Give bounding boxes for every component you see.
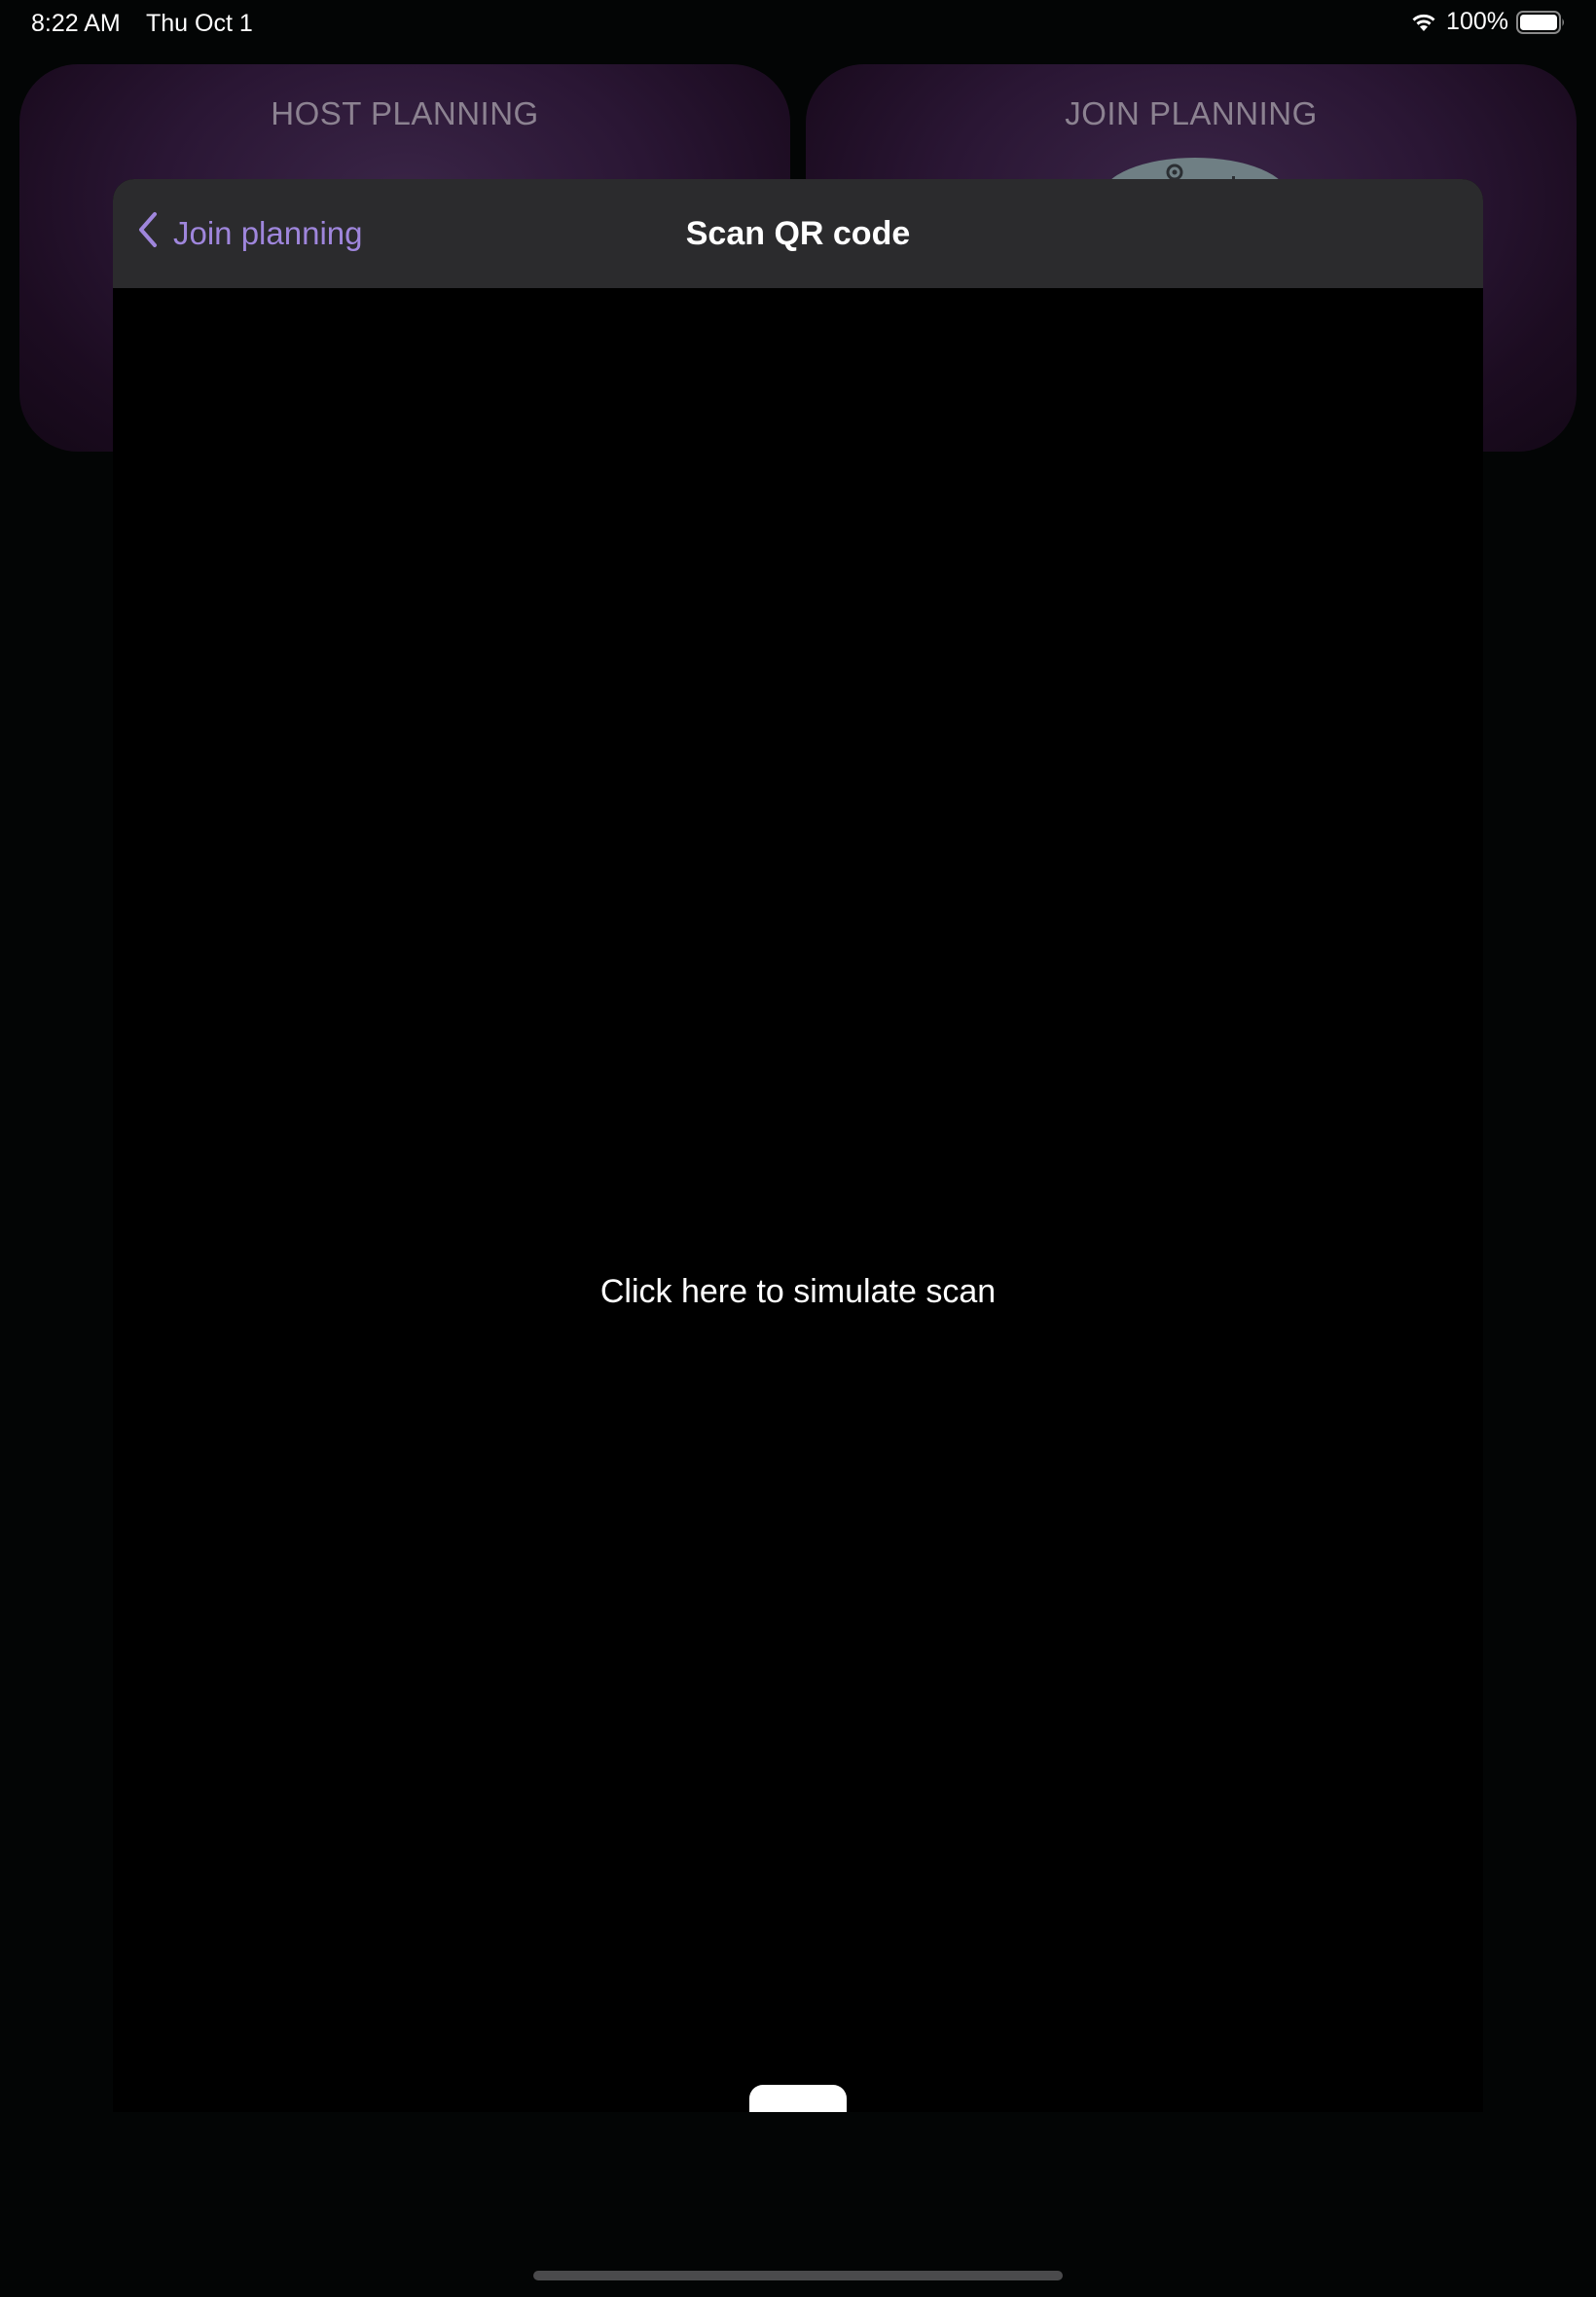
join-planning-title: JOIN PLANNING (1065, 95, 1318, 131)
camera-scan-area[interactable]: Click here to simulate scan (113, 288, 1483, 2112)
status-date: Thu Oct 1 (146, 10, 253, 37)
flash-toggle-button[interactable] (749, 2085, 847, 2112)
status-bar: 8:22 AM Thu Oct 1 100% (0, 0, 1596, 47)
battery-icon (1516, 10, 1567, 35)
simulate-scan-link[interactable]: Click here to simulate scan (113, 1273, 1483, 1311)
home-indicator[interactable] (533, 2271, 1063, 2280)
flash-off-icon (777, 2112, 819, 2113)
screen: 8:22 AM Thu Oct 1 100% HOST PLANNING JOI… (0, 0, 1596, 2297)
modal-nav-bar: Join planning Scan QR code (113, 179, 1483, 288)
battery-percent: 100% (1446, 8, 1508, 35)
status-time: 8:22 AM (31, 10, 121, 37)
scan-qr-modal: Join planning Scan QR code Click here to… (113, 179, 1483, 2112)
page-title: Scan QR code (685, 215, 911, 252)
status-indicators: 100% (1409, 8, 1567, 36)
host-planning-title: HOST PLANNING (271, 95, 539, 131)
wifi-icon (1409, 12, 1438, 33)
